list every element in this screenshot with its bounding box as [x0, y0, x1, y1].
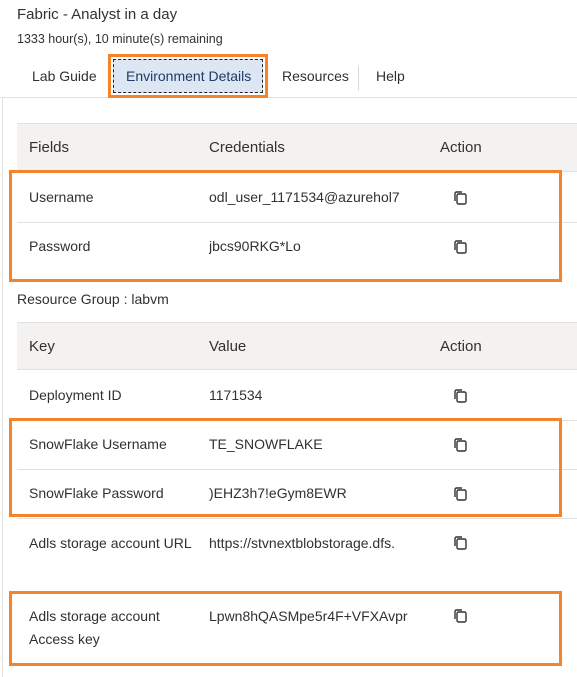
- tab-divider: [358, 66, 359, 90]
- field-password-label: Password: [29, 238, 91, 254]
- adls-access-key-label: Adls storage account Access key: [29, 608, 160, 647]
- row-divider: [17, 518, 577, 519]
- content-left-border: [2, 98, 3, 677]
- field-password-value: jbcs90RKG*Lo: [209, 238, 301, 254]
- tab-environment-details[interactable]: Environment Details: [126, 54, 251, 98]
- adls-url-value: https://stvnextblobstorage.dfs.: [209, 535, 395, 551]
- deployment-id-value: 1171534: [209, 387, 263, 403]
- copy-icon[interactable]: [451, 607, 469, 625]
- row-divider: [17, 420, 577, 421]
- tab-lab-guide[interactable]: Lab Guide: [32, 54, 97, 98]
- lab-title: Fabric - Analyst in a day: [17, 6, 178, 23]
- column-header-action: Action: [440, 338, 482, 355]
- column-header-credentials: Credentials: [209, 139, 285, 156]
- adls-access-key-value: Lpwn8hQASMpe5r4F+VFXAvpr: [209, 608, 408, 624]
- snowflake-password-label: SnowFlake Password: [29, 485, 164, 501]
- time-remaining: 1333 hour(s), 10 minute(s) remaining: [17, 32, 223, 46]
- field-username-label: Username: [29, 189, 94, 205]
- row-divider: [17, 469, 577, 470]
- tab-help[interactable]: Help: [376, 54, 405, 98]
- copy-icon[interactable]: [451, 436, 469, 454]
- copy-icon[interactable]: [451, 534, 469, 552]
- deployment-id-label: Deployment ID: [29, 387, 122, 403]
- copy-icon[interactable]: [451, 238, 469, 256]
- snowflake-username-label: SnowFlake Username: [29, 436, 167, 452]
- resource-group-label: Resource Group : labvm: [17, 291, 169, 307]
- column-header-fields: Fields: [29, 139, 70, 156]
- field-username-value: odl_user_1171534@azurehol7: [209, 189, 400, 205]
- credentials-highlight: [9, 170, 562, 282]
- column-header-key: Key: [29, 338, 55, 355]
- snowflake-highlight: [9, 418, 562, 517]
- column-header-value: Value: [209, 338, 247, 355]
- tab-resources[interactable]: Resources: [282, 54, 349, 98]
- credentials-table-header: [17, 123, 577, 172]
- column-header-action: Action: [440, 139, 482, 156]
- snowflake-password-value: )EHZ3h7!eGym8EWR: [209, 485, 347, 501]
- copy-icon[interactable]: [451, 387, 469, 405]
- adls-url-label: Adls storage account URL: [29, 535, 192, 551]
- snowflake-username-value: TE_SNOWFLAKE: [209, 436, 323, 452]
- copy-icon[interactable]: [451, 485, 469, 503]
- copy-icon[interactable]: [451, 189, 469, 207]
- resource-table-header: [17, 322, 577, 370]
- row-divider: [17, 222, 577, 223]
